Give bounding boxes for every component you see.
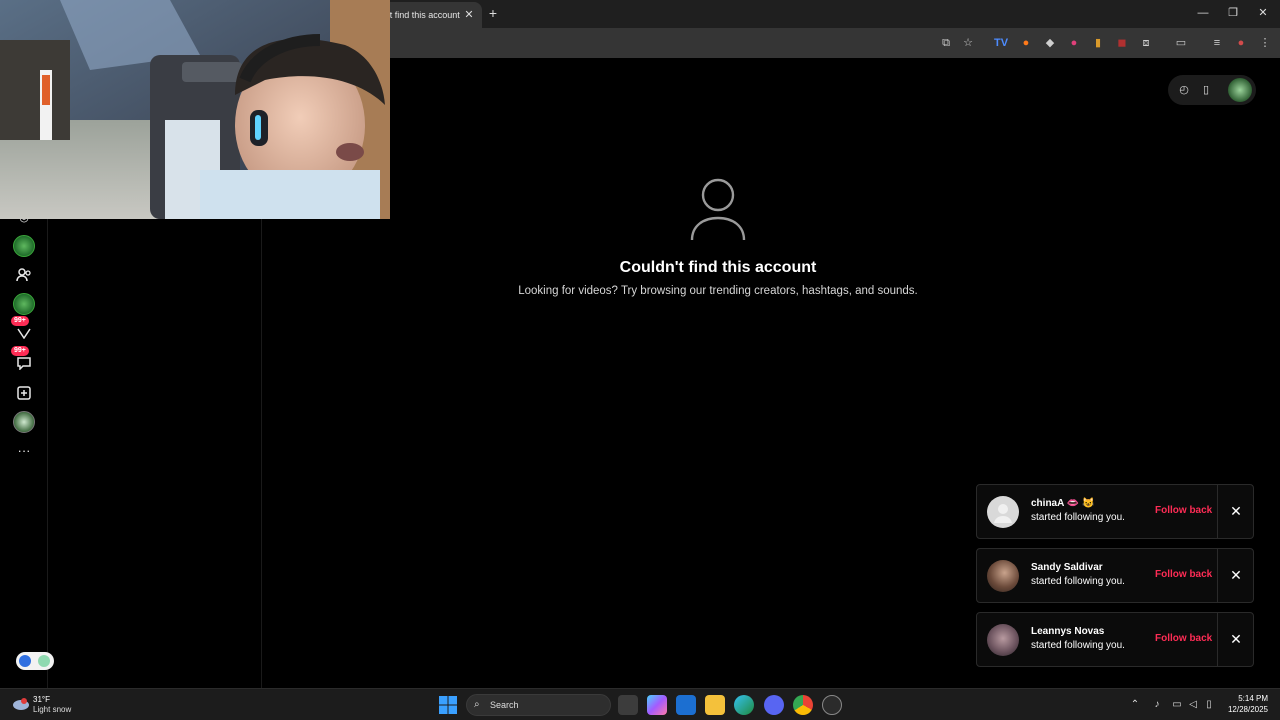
- notification-separator: [1217, 485, 1218, 538]
- notification-text: started following you.: [1031, 576, 1125, 587]
- windows-start-icon[interactable]: [439, 696, 457, 714]
- search-label: Search: [490, 700, 519, 710]
- notification-avatar: [987, 624, 1019, 656]
- bookmark-star-icon[interactable]: ☆: [960, 35, 976, 51]
- battery-icon[interactable]: ▯: [1202, 698, 1216, 712]
- extension-red-icon[interactable]: ◼: [1114, 35, 1130, 51]
- install-app-icon[interactable]: ⧉: [938, 35, 954, 51]
- notification-card: chinaA 👄 😺 started following you. Follow…: [976, 484, 1254, 539]
- app-icon[interactable]: [822, 695, 842, 715]
- clock-date[interactable]: 12/28/2025: [1220, 705, 1268, 714]
- extension-tv-icon[interactable]: TV: [993, 35, 1009, 51]
- nav-messages-icon[interactable]: 99+: [11, 346, 35, 374]
- nav-more-icon[interactable]: ···: [13, 439, 35, 461]
- discord-icon[interactable]: [764, 695, 784, 715]
- mobile-icon[interactable]: ▯: [1198, 82, 1214, 98]
- chrome-menu-icon[interactable]: ⋮: [1257, 35, 1273, 51]
- clock-time[interactable]: 5:14 PM: [1234, 694, 1268, 703]
- tab-close-icon[interactable]: ✕: [462, 8, 476, 22]
- notification-username: Leannys Novas: [1031, 626, 1105, 637]
- extensions-puzzle-icon[interactable]: ⧈: [1138, 35, 1154, 51]
- taskbar-search[interactable]: ⌕ Search: [466, 694, 611, 716]
- top-actions-bar: ◴ ▯: [1168, 75, 1256, 105]
- task-view-icon[interactable]: [618, 695, 638, 715]
- restore-icon[interactable]: ❐: [1218, 4, 1248, 22]
- extension-diamond-icon[interactable]: ◆: [1042, 35, 1058, 51]
- follow-back-button[interactable]: Follow back: [1155, 569, 1212, 580]
- compass-icon[interactable]: ◴: [1176, 82, 1192, 98]
- account-not-found: Couldn't find this account Looking for v…: [430, 178, 1006, 297]
- tab-title: 't find this account: [388, 10, 460, 20]
- messages-badge: 99+: [11, 346, 29, 356]
- page-subtitle: Looking for videos? Try browsing our tre…: [518, 285, 918, 297]
- minimize-icon[interactable]: —: [1188, 4, 1218, 22]
- activity-badge: 99+: [11, 316, 29, 326]
- pill-app-icon: [19, 655, 31, 667]
- pill-status-icon: [38, 655, 50, 667]
- outlook-icon[interactable]: [676, 695, 696, 715]
- profile-icon[interactable]: ●: [1233, 35, 1249, 51]
- notification-separator: [1217, 613, 1218, 666]
- close-icon[interactable]: ✕: [1227, 502, 1245, 520]
- network-icon[interactable]: ▭: [1170, 698, 1184, 712]
- notification-list: chinaA 👄 😺 started following you. Follow…: [976, 484, 1254, 676]
- file-explorer-icon[interactable]: [705, 695, 725, 715]
- copilot-icon[interactable]: [647, 695, 667, 715]
- notification-text: started following you.: [1031, 640, 1125, 651]
- nav-upload-icon[interactable]: [13, 382, 35, 404]
- weather-description[interactable]: Light snow: [33, 705, 71, 714]
- nav-following-avatar-icon[interactable]: [13, 235, 35, 257]
- webcam-image: [0, 0, 390, 219]
- webcam-overlay: [0, 0, 390, 219]
- nav-friends-icon[interactable]: [13, 264, 35, 286]
- volume-icon[interactable]: ◁: [1186, 698, 1200, 712]
- notification-username: Sandy Saldivar: [1031, 562, 1103, 573]
- new-tab-icon[interactable]: +: [486, 6, 500, 20]
- notification-separator: [1217, 549, 1218, 602]
- weather-snow-icon[interactable]: [12, 696, 30, 714]
- notification-text: started following you.: [1031, 512, 1125, 523]
- window-close-icon[interactable]: ✕: [1248, 4, 1278, 22]
- follow-back-button[interactable]: Follow back: [1155, 633, 1212, 644]
- microphone-icon[interactable]: ♪: [1150, 698, 1164, 712]
- tray-overflow-icon[interactable]: ⌃: [1128, 698, 1142, 712]
- person-outline-icon: [690, 178, 746, 241]
- media-control-icon[interactable]: ≡: [1209, 35, 1225, 51]
- close-icon[interactable]: ✕: [1227, 566, 1245, 584]
- notification-card: Sandy Saldivar started following you. Fo…: [976, 548, 1254, 603]
- tab-search-icon[interactable]: ▭: [1173, 35, 1189, 51]
- notification-card: Leannys Novas started following you. Fol…: [976, 612, 1254, 667]
- close-icon[interactable]: ✕: [1227, 630, 1245, 648]
- nav-activity-icon[interactable]: 99+: [11, 316, 35, 344]
- notification-username: chinaA 👄 😺: [1031, 498, 1095, 509]
- user-avatar[interactable]: [1228, 78, 1252, 102]
- notification-avatar: [987, 560, 1019, 592]
- chrome-icon[interactable]: [793, 695, 813, 715]
- edge-icon[interactable]: [734, 695, 754, 715]
- nav-live-avatar-icon[interactable]: [13, 293, 35, 315]
- bottom-pill-toggle[interactable]: [16, 652, 54, 670]
- screen: 't find this account ✕ + — ❐ ✕ ⧉ ☆ TV ● …: [0, 0, 1280, 720]
- notification-avatar: [987, 496, 1019, 528]
- column-divider: [261, 218, 262, 688]
- extension-pink-icon[interactable]: ●: [1066, 35, 1082, 51]
- extension-bottle-icon[interactable]: ▮: [1090, 35, 1106, 51]
- follow-back-button[interactable]: Follow back: [1155, 505, 1212, 516]
- taskbar: 31°F Light snow ⌕ Search ⌃ ♪ ▭ ◁ ▯ 5:14 …: [0, 688, 1280, 720]
- page-title: Couldn't find this account: [619, 259, 817, 276]
- extension-fox-icon[interactable]: ●: [1018, 35, 1034, 51]
- weather-temperature[interactable]: 31°F: [33, 695, 50, 704]
- nav-profile-avatar-icon[interactable]: [13, 411, 35, 433]
- search-icon: ⌕: [474, 699, 480, 710]
